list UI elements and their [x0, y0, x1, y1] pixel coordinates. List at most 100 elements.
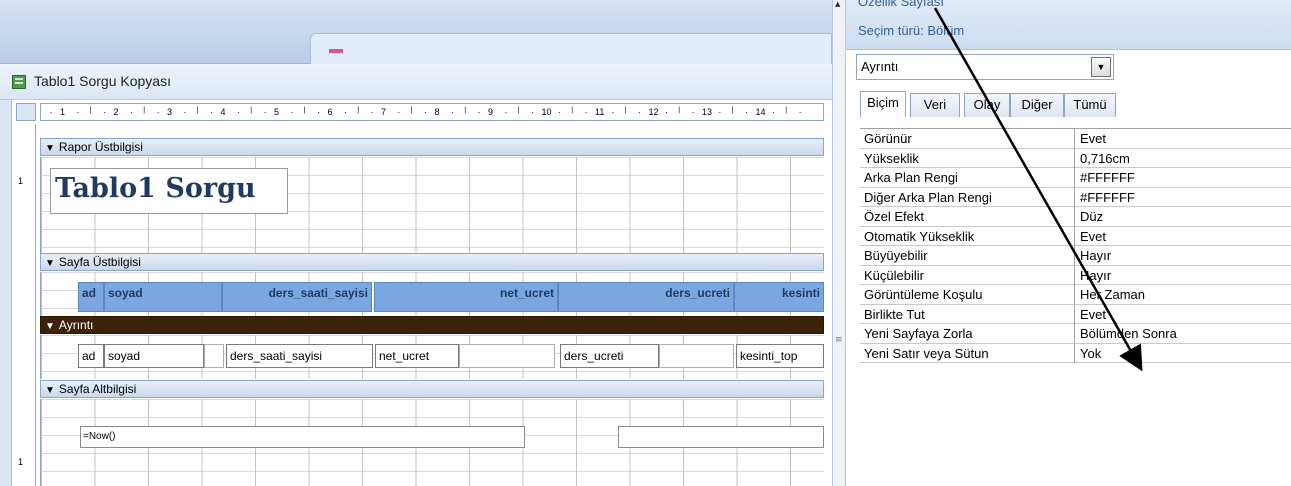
property-row[interactable]: Arka Plan Rengi #FFFFFF: [860, 168, 1291, 188]
vertical-ruler[interactable]: 1 1: [16, 124, 36, 486]
property-value[interactable]: Yok: [1080, 344, 1290, 363]
report-selector[interactable]: [16, 103, 36, 121]
ruler-mark: 5: [274, 107, 280, 117]
field-soyad[interactable]: soyad: [104, 344, 204, 368]
ruler-mark: 14: [755, 107, 766, 117]
property-value[interactable]: #FFFFFF: [1080, 188, 1290, 207]
object-selector-value: Ayrıntı: [861, 59, 899, 74]
property-name: Görüntüleme Koşulu: [864, 287, 983, 302]
ruler-mark: 2: [113, 107, 119, 117]
property-row[interactable]: Yeni Sayfaya Zorla Bölümden Sonra: [860, 324, 1291, 344]
ruler-tick: |: [143, 107, 146, 114]
property-row[interactable]: Yeni Satır veya Sütun Yok: [860, 343, 1291, 363]
property-separator: [1074, 207, 1075, 226]
ruler-mark: 11: [595, 107, 605, 117]
ruler-tick: ·: [236, 107, 240, 117]
field-ders-ucreti[interactable]: ders_ucreti: [560, 344, 659, 368]
horizontal-ruler[interactable]: 1 2 3 4 5 6 7 8 9 10 11 12 13 14 · · | · · | · · | · · | · · | · · | · · |…: [40, 103, 824, 121]
property-separator: [1074, 304, 1075, 324]
property-name: Yeni Sayfaya Zorla: [864, 326, 973, 341]
splitter-grip-icon[interactable]: ≡: [835, 335, 843, 345]
field-spacer[interactable]: [459, 344, 555, 368]
tab-olay[interactable]: Olay: [964, 93, 1010, 117]
tab-diger[interactable]: Diğer: [1010, 93, 1064, 117]
property-row[interactable]: Yükseklik 0,716cm: [860, 148, 1291, 168]
report-designer[interactable]: 1 2 3 4 5 6 7 8 9 10 11 12 13 14 · · | · · | · · | · · | · · | · · | · · |…: [0, 100, 832, 486]
header-label-kesinti[interactable]: kesinti: [734, 282, 824, 312]
scroll-up-icon[interactable]: ▲: [835, 0, 840, 8]
ruler-tick: ·: [745, 107, 749, 117]
ruler-tick: ·: [76, 107, 80, 117]
property-value[interactable]: Her Zaman: [1080, 285, 1290, 304]
section-report-header[interactable]: ▼ Rapor Üstbilgisi: [40, 138, 824, 156]
property-row[interactable]: Görünür Evet: [860, 129, 1291, 149]
property-value[interactable]: Evet: [1080, 305, 1290, 324]
property-row[interactable]: Birlikte Tut Evet: [860, 304, 1291, 324]
section-page-footer[interactable]: ▼ Sayfa Altbilgisi: [40, 380, 824, 398]
property-separator: [1074, 148, 1075, 168]
chevron-down-icon[interactable]: ▼: [1091, 57, 1111, 77]
property-value[interactable]: 0,716cm: [1080, 149, 1290, 168]
designer-scrollbar[interactable]: ▲ ≡: [832, 0, 846, 486]
ruler-tick: |: [250, 107, 253, 114]
ruler-tick: |: [357, 107, 360, 114]
property-value[interactable]: Bölümden Sonra: [1080, 324, 1290, 343]
property-row[interactable]: Diğer Arka Plan Rengi #FFFFFF: [860, 187, 1291, 207]
header-label-ad[interactable]: ad: [78, 282, 104, 312]
field-ad[interactable]: ad: [78, 344, 104, 368]
property-row[interactable]: Küçülebilir Hayır: [860, 265, 1291, 285]
field-page-number[interactable]: [618, 426, 824, 448]
ruler-tick: |: [678, 107, 681, 114]
property-name: Arka Plan Rengi: [864, 170, 958, 185]
property-sheet-header: Özellik Sayfası Seçim türü: Bölüm: [846, 0, 1291, 50]
ruler-tick: ·: [691, 107, 695, 117]
arrow-down-icon: ▼: [45, 143, 55, 154]
ruler-tick: ·: [718, 107, 722, 117]
property-name: Özel Efekt: [864, 209, 924, 224]
section-detail[interactable]: ▼ Ayrıntı: [40, 316, 824, 334]
field-spacer[interactable]: [659, 344, 734, 368]
section-label: Ayrıntı: [58, 318, 94, 332]
report-icon: [12, 75, 26, 89]
property-value[interactable]: Evet: [1080, 129, 1290, 148]
field-now[interactable]: =Now(): [80, 426, 525, 448]
field-net-ucret[interactable]: net_ucret: [375, 344, 459, 368]
ruler-tick: ·: [477, 107, 481, 117]
property-row[interactable]: Görüntüleme Koşulu Her Zaman: [860, 285, 1291, 305]
header-label-ders-saati-sayisi[interactable]: ders_saati_sayisi: [222, 282, 372, 312]
background-window-tab[interactable]: [310, 33, 832, 64]
property-row[interactable]: Otomatik Yükseklik Evet: [860, 226, 1291, 246]
property-grid: Görünür Evet Yükseklik 0,716cm Arka Plan Ren…: [860, 128, 1291, 363]
field-ders-saati-sayisi[interactable]: ders_saati_sayisi: [226, 344, 373, 368]
section-page-header[interactable]: ▼ Sayfa Üstbilgisi: [40, 253, 824, 271]
ruler-mark: 13: [702, 107, 713, 117]
field-spacer[interactable]: [204, 344, 224, 368]
ruler-tick: |: [89, 107, 92, 114]
property-name: Yükseklik: [864, 150, 919, 166]
property-separator: [1074, 187, 1075, 207]
property-value[interactable]: Evet: [1080, 227, 1290, 246]
selection-type: Seçim türü: Bölüm: [858, 23, 965, 38]
ruler-tick: ·: [611, 107, 615, 117]
property-value[interactable]: Hayır: [1080, 246, 1290, 265]
tab-tumu[interactable]: Tümü: [1064, 93, 1116, 117]
ruler-tick: ·: [771, 107, 775, 117]
header-label-soyad[interactable]: soyad: [104, 282, 222, 312]
header-label-ders-ucreti[interactable]: ders_ucreti: [558, 282, 734, 312]
property-row[interactable]: Özel Efekt Düz: [860, 207, 1291, 227]
property-value[interactable]: #FFFFFF: [1080, 168, 1290, 187]
tab-veri[interactable]: Veri: [910, 93, 960, 117]
property-value[interactable]: Düz: [1080, 207, 1290, 226]
property-row[interactable]: Büyüyebilir Hayır: [860, 246, 1291, 266]
field-kesinti-top[interactable]: kesinti_top: [736, 344, 824, 368]
ruler-tick: |: [303, 107, 306, 114]
tab-bicim[interactable]: Biçim: [860, 91, 906, 117]
object-selector[interactable]: Ayrıntı ▼: [856, 54, 1114, 80]
header-label-net-ucret[interactable]: net_ucret: [374, 282, 558, 312]
ruler-mark: 7: [381, 107, 387, 117]
property-name: Diğer Arka Plan Rengi: [864, 189, 992, 205]
property-name: Küçülebilir: [864, 267, 924, 283]
report-title-label[interactable]: Tablo1 Sorgu: [50, 168, 288, 214]
property-value[interactable]: Hayır: [1080, 266, 1290, 285]
property-separator: [1074, 226, 1075, 246]
